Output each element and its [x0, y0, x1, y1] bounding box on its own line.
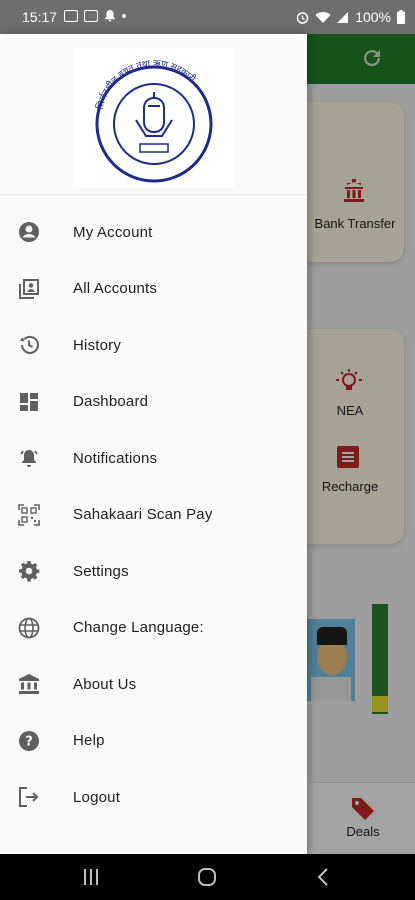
navigation-drawer: सिर्जनशील बचत तथा ऋण सहकारी My Account A… [0, 34, 307, 854]
globe-icon [17, 616, 41, 640]
drawer-header: सिर्जनशील बचत तथा ऋण सहकारी [0, 34, 307, 195]
menu-item-label: About Us [73, 675, 137, 693]
menu-item-label: My Account [73, 223, 153, 241]
menu-item-label: Logout [73, 788, 121, 806]
alarm-icon [296, 11, 309, 24]
signal-icon [337, 11, 349, 23]
status-bar: 15:17 100% [0, 0, 415, 34]
history-icon [17, 333, 41, 357]
menu-item-my-account[interactable]: My Account [0, 204, 307, 261]
logout-icon [17, 785, 41, 809]
back-icon[interactable] [316, 868, 330, 886]
menu-item-about-us[interactable]: About Us [0, 656, 307, 713]
menu-item-label: All Accounts [73, 280, 158, 298]
svg-text:?: ? [25, 734, 33, 749]
menu-item-history[interactable]: History [0, 317, 307, 374]
pg-notification-icon [84, 9, 98, 22]
menu-item-label: Dashboard [73, 393, 149, 411]
menu-item-change-language[interactable]: Change Language: [0, 600, 307, 657]
battery-icon [397, 10, 405, 24]
gear-icon [17, 559, 41, 583]
bank-icon [17, 672, 41, 696]
accounts-icon [17, 277, 41, 301]
menu-item-label: Settings [73, 562, 129, 580]
system-nav-bar [0, 854, 415, 900]
menu-item-notifications[interactable]: Notifications [0, 430, 307, 487]
bell-icon [17, 446, 41, 470]
menu-item-label: Help [73, 732, 105, 750]
dashboard-icon [17, 390, 41, 414]
recent-apps-icon[interactable] [82, 868, 100, 886]
battery-percentage: 100% [355, 9, 391, 25]
menu-item-label: Notifications [73, 449, 158, 467]
status-time: 15:17 [22, 9, 58, 25]
home-icon[interactable] [197, 867, 217, 887]
logo-emblem: सिर्जनशील बचत तथा ऋण सहकारी [94, 59, 213, 183]
menu-item-logout[interactable]: Logout [0, 769, 307, 826]
menu-item-label: Sahakaari Scan Pay [73, 506, 213, 524]
bell-notification-icon [105, 10, 115, 22]
menu-item-scan-pay[interactable]: Sahakaari Scan Pay [0, 487, 307, 544]
help-icon: ? [17, 729, 41, 753]
menu-item-label: Change Language: [73, 619, 204, 637]
status-left-icons [64, 9, 126, 22]
gallery-notification-icon [64, 9, 78, 22]
wifi-icon [315, 11, 331, 23]
cooperative-logo: सिर्जनशील बचत तथा ऋण सहकारी [74, 48, 234, 188]
drawer-menu: My Account All Accounts History Dashboar… [0, 204, 307, 826]
status-right: 100% [296, 9, 405, 25]
qr-scan-icon [17, 503, 41, 527]
menu-item-help[interactable]: ? Help [0, 713, 307, 770]
menu-item-label: History [73, 336, 122, 354]
more-notifications-icon [122, 13, 126, 18]
menu-item-settings[interactable]: Settings [0, 543, 307, 600]
menu-item-all-accounts[interactable]: All Accounts [0, 261, 307, 318]
menu-item-dashboard[interactable]: Dashboard [0, 374, 307, 431]
account-circle-icon [17, 220, 41, 244]
